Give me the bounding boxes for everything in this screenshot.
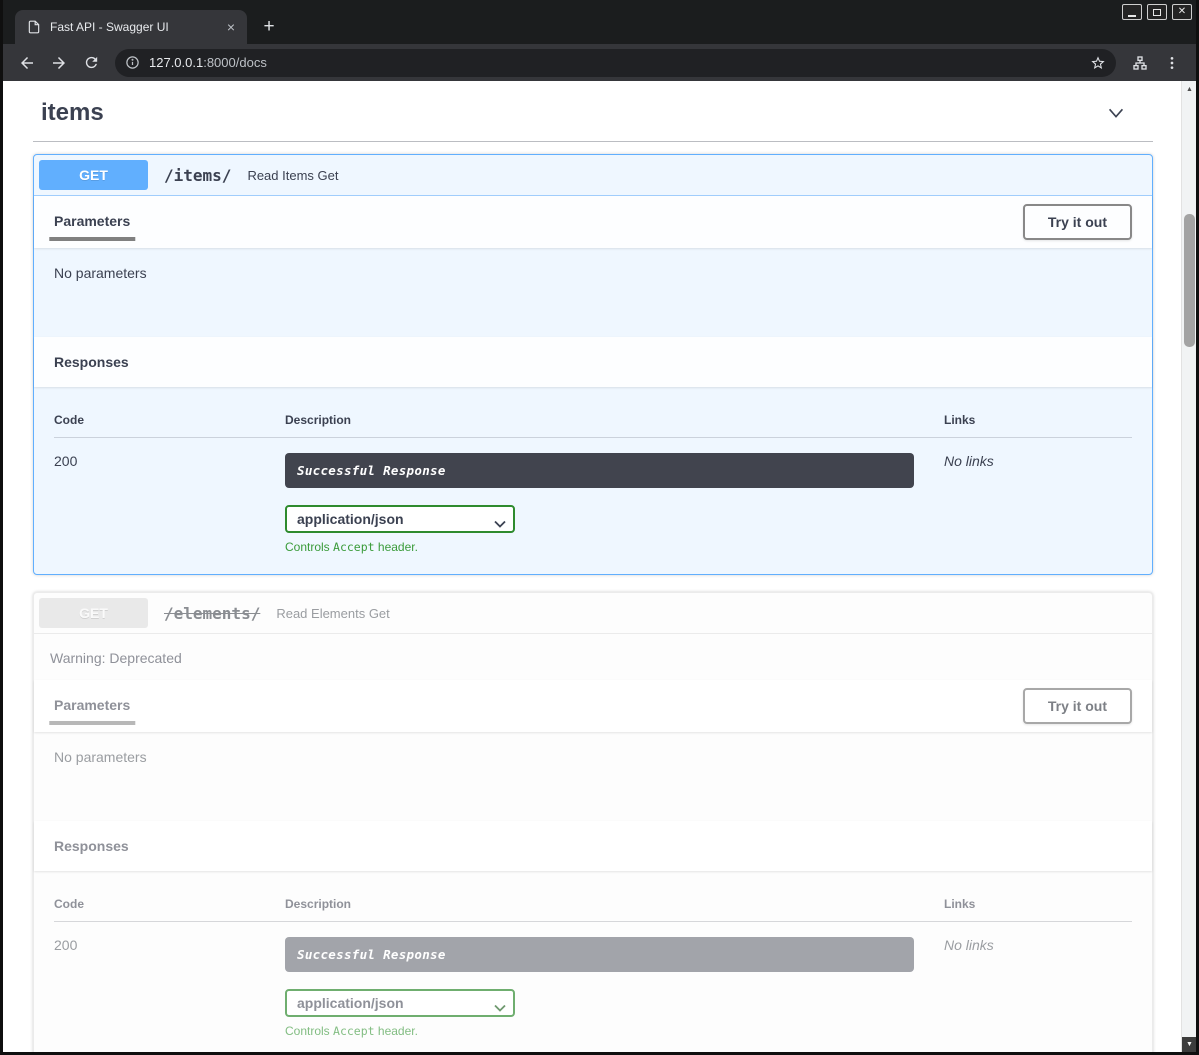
back-arrow-icon [18,54,36,72]
links-column-header: Links [944,897,1132,911]
browser-window: ✕ Fast API - Swagger UI × + [0,0,1199,1055]
code-column-header: Code [54,897,285,911]
method-badge: GET [39,160,148,190]
endpoint-path: /items/ [158,166,237,185]
opblock-get-items: GET /items/ Read Items Get Parameters Tr… [33,154,1153,575]
close-icon: ✕ [1178,7,1186,17]
media-type-control: application/json Controls Accept header. [285,989,944,1038]
response-description-cell: Successful Response application/json [285,453,944,554]
links-column-header: Links [944,413,1132,427]
response-description-cell: Successful Response application/json [285,937,944,1038]
swagger-ui: items GET /items/ Read Items Get Paramet… [3,81,1181,1052]
minimize-button[interactable] [1122,4,1142,20]
scroll-down-arrow-icon[interactable]: ▼ [1182,1037,1196,1052]
tab-close-icon[interactable]: × [223,19,239,35]
endpoint-path: /elements/ [158,604,266,623]
site-info-icon[interactable] [125,55,140,70]
reload-button[interactable] [77,49,105,77]
back-button[interactable] [13,49,41,77]
try-it-out-button[interactable]: Try it out [1023,204,1132,240]
response-links: No links [944,937,1132,1038]
media-type-select[interactable]: application/json [285,989,515,1017]
responses-header: Responses [34,337,1152,387]
responses-title: Responses [54,838,129,854]
browser-tab[interactable]: Fast API - Swagger UI × [15,10,247,44]
tab-strip: Fast API - Swagger UI × + [3,0,283,44]
parameters-body: No parameters [34,248,1152,337]
parameters-body: No parameters [34,732,1152,821]
response-code: 200 [54,453,285,554]
parameters-header: Parameters Try it out [34,196,1152,248]
tag-section-header[interactable]: items [33,87,1153,142]
maximize-button[interactable] [1147,4,1167,20]
description-column-header: Description [285,413,944,427]
sitemap-icon[interactable] [1126,49,1154,77]
media-type-select[interactable]: application/json [285,505,515,533]
response-links: No links [944,453,1132,554]
responses-table-header: Code Description Links [54,885,1132,922]
responses-title: Responses [54,354,129,370]
response-code: 200 [54,937,285,1038]
bookmark-star-icon[interactable] [1090,55,1106,71]
responses-body: Code Description Links 200 Successful Re… [34,387,1152,574]
browser-toolbar: 127.0.0.1:8000/docs [3,44,1196,81]
window-controls: ✕ [1122,4,1192,20]
parameters-header: Parameters Try it out [34,680,1152,732]
window-titlebar: ✕ Fast API - Swagger UI × + [3,0,1196,44]
close-button[interactable]: ✕ [1172,4,1192,20]
media-type-select-wrap: application/json [285,505,515,533]
browser-menu-button[interactable] [1158,49,1186,77]
kebab-menu-icon [1164,55,1180,71]
opblock-summary[interactable]: GET /elements/ Read Elements Get [34,593,1152,634]
media-type-control: application/json Controls Accept header. [285,505,944,554]
minimize-icon [1128,15,1136,17]
code-column-header: Code [54,413,285,427]
description-column-header: Description [285,897,944,911]
deprecated-warning: Warning: Deprecated [34,634,1152,680]
chevron-down-icon[interactable] [1105,102,1145,124]
response-row: 200 Successful Response application/json [54,922,1132,1038]
accept-header-note: Controls Accept header. [285,540,944,554]
tag-title: items [41,99,104,127]
responses-header: Responses [34,821,1152,871]
reload-icon [83,54,100,71]
responses-table-header: Code Description Links [54,401,1132,438]
responses-body: Code Description Links 200 Successful Re… [34,871,1152,1052]
response-description: Successful Response [285,937,914,972]
page-content: items GET /items/ Read Items Get Paramet… [3,81,1196,1052]
response-row: 200 Successful Response application/json [54,438,1132,554]
opblock-get-elements-deprecated: GET /elements/ Read Elements Get Warning… [33,592,1153,1052]
method-badge: GET [39,598,148,628]
scroll-up-arrow-icon[interactable]: ▲ [1182,82,1196,97]
try-it-out-button[interactable]: Try it out [1023,688,1132,724]
parameters-title: Parameters [54,213,130,229]
opblock-summary[interactable]: GET /items/ Read Items Get [34,155,1152,196]
tab-title: Fast API - Swagger UI [50,20,214,34]
response-description: Successful Response [285,453,914,488]
media-type-select-wrap: application/json [285,989,515,1017]
opblock-body: Parameters Try it out No parameters Resp… [34,196,1152,574]
parameters-tab[interactable]: Parameters [54,213,130,231]
no-parameters-text: No parameters [54,265,1132,281]
opblock-body: Warning: Deprecated Parameters Try it ou… [34,634,1152,1052]
accept-header-note: Controls Accept header. [285,1024,944,1038]
endpoint-summary: Read Items Get [247,168,338,183]
page-favicon-icon [27,20,41,34]
endpoint-summary: Read Elements Get [276,606,389,621]
maximize-icon [1153,9,1161,16]
no-parameters-text: No parameters [54,749,1132,765]
new-tab-button[interactable]: + [255,13,283,41]
forward-arrow-icon [50,54,68,72]
parameters-title: Parameters [54,697,130,713]
parameters-tab[interactable]: Parameters [54,697,130,715]
address-bar[interactable]: 127.0.0.1:8000/docs [115,49,1116,77]
vertical-scrollbar[interactable]: ▲ ▼ [1181,81,1196,1052]
url-text[interactable]: 127.0.0.1:8000/docs [149,55,267,70]
forward-button[interactable] [45,49,73,77]
scrollbar-thumb[interactable] [1184,214,1195,347]
